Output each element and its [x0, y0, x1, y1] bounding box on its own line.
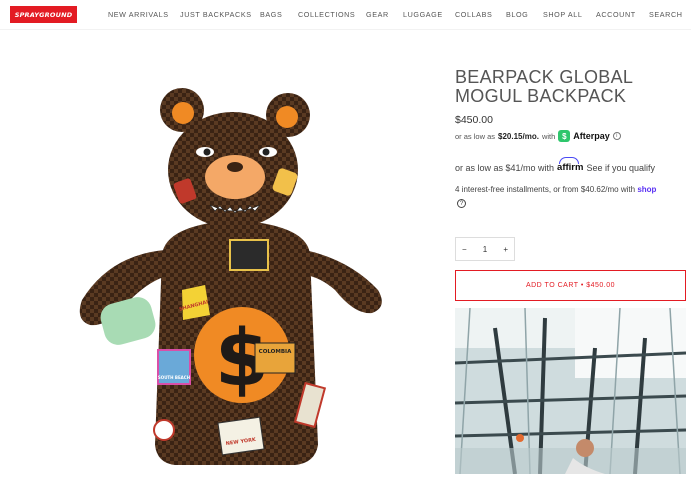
sprayground-logo[interactable]: SPRAYGROUND	[10, 6, 77, 23]
affirm-installments: or as low as $41/mo with affirm See if y…	[455, 157, 655, 173]
site-header: SPRAYGROUND NEW ARRIVALS JUST BACKPACKS …	[0, 0, 691, 30]
lifestyle-illustration	[455, 308, 686, 474]
nav-bags[interactable]: BAGS	[260, 10, 282, 20]
lifestyle-photo[interactable]	[455, 308, 686, 474]
affirm-text: or as low as $41/mo with	[455, 162, 555, 173]
afterpay-badge-icon: $	[558, 130, 571, 142]
product-price: $450.00	[455, 114, 493, 126]
product-title-line-2: MOGUL BACKPACK	[455, 85, 627, 106]
quantity-plus-button[interactable]: +	[503, 245, 508, 254]
nav-account[interactable]: ACCOUNT	[596, 10, 636, 20]
quantity-value[interactable]: 1	[483, 245, 487, 254]
add-to-cart-button[interactable]: ADD TO CART • $450.00	[455, 270, 686, 301]
nav-just-backpacks[interactable]: JUST BACKPACKS	[180, 10, 252, 20]
right-arm	[305, 250, 382, 314]
bear-muzzle	[205, 155, 265, 199]
product-title: BEARPACK GLOBAL MOGUL BACKPACK	[455, 68, 685, 105]
affirm-logo: affirm	[557, 157, 584, 173]
nav-gear[interactable]: GEAR	[366, 10, 389, 20]
afterpay-with: with	[541, 131, 556, 141]
afterpay-prefix: or as low as	[455, 131, 496, 141]
shop-pay-installments: 4 interest-free installments, or from $4…	[455, 185, 685, 194]
nav-collections[interactable]: COLLECTIONS	[298, 10, 355, 20]
product-title-line-1: BEARPACK GLOBAL	[455, 67, 634, 87]
info-icon[interactable]: i	[612, 132, 621, 140]
nav-collabs[interactable]: COLLABS	[455, 10, 492, 20]
nav-blog[interactable]: BLOG	[506, 10, 528, 20]
colombia-patch-label: COLOMBIA	[259, 349, 292, 355]
quantity-minus-button[interactable]: −	[462, 245, 467, 254]
help-icon[interactable]: ?	[457, 199, 466, 208]
nav-new-arrivals[interactable]: NEW ARRIVALS	[108, 10, 169, 20]
shop-pay-logo: shop	[637, 185, 657, 194]
afterpay-installments: or as low as $20.15/mo. with $ Afterpay …	[455, 130, 621, 142]
affirm-qualify-link[interactable]: See if you qualify	[586, 163, 655, 173]
south-beach-patch-label: SOUTH BEACH	[158, 375, 190, 380]
afterpay-logo: Afterpay	[573, 131, 610, 141]
product-image[interactable]: $ SHANGHAI COLOMBIA SOUTH BEACH NEW YORK	[70, 85, 400, 475]
bearpack-illustration: $ SHANGHAI COLOMBIA SOUTH BEACH NEW YORK	[79, 88, 382, 465]
nav-shop-all[interactable]: SHOP ALL	[543, 10, 582, 20]
afterpay-amount: $20.15/mo.	[498, 131, 539, 141]
nav-luggage[interactable]: LUGGAGE	[403, 10, 443, 20]
quantity-stepper: − 1 +	[455, 237, 515, 261]
nav-search[interactable]: SEARCH	[649, 10, 683, 20]
shop-pay-text: 4 interest-free installments, or from $4…	[455, 185, 636, 194]
